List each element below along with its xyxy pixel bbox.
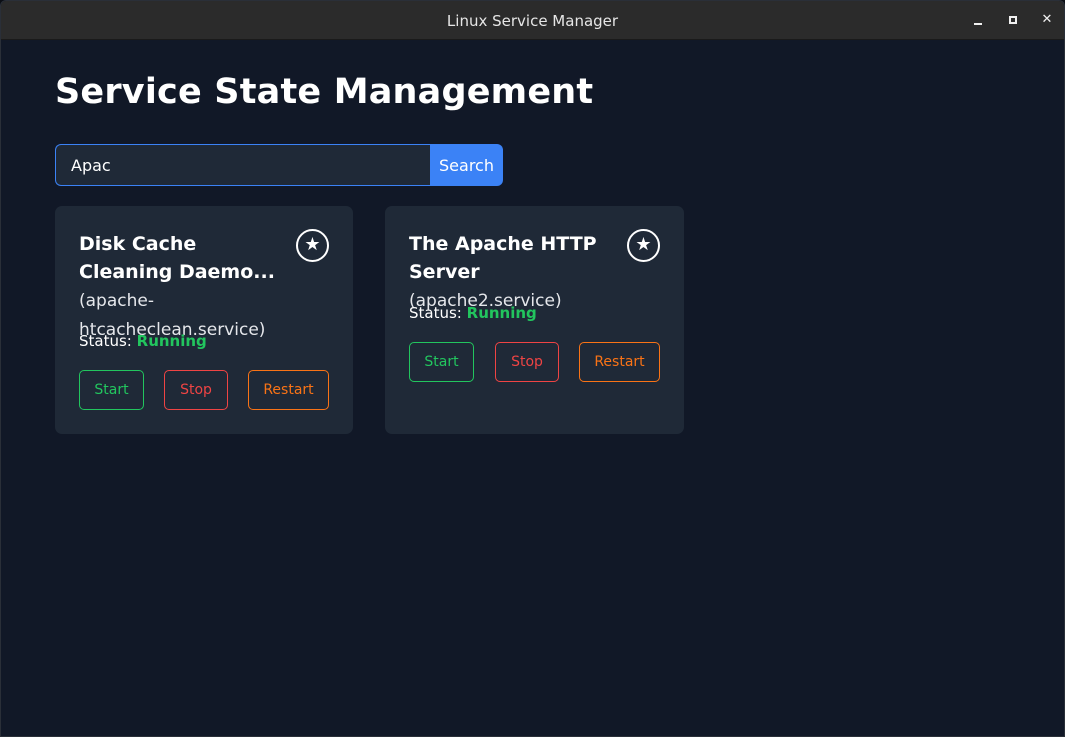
service-status: Status: Running: [409, 304, 537, 322]
service-card: Disk Cache Cleaning Daemo... (apache-htc…: [55, 206, 353, 434]
page-title: Service State Management: [55, 72, 594, 112]
minimize-button[interactable]: [969, 10, 989, 30]
search-input[interactable]: [55, 144, 431, 186]
service-status: Status: Running: [79, 332, 207, 350]
restart-button[interactable]: Restart: [248, 370, 329, 410]
service-name: The Apache HTTP Server (apache2.service): [409, 230, 614, 315]
start-button[interactable]: Start: [409, 342, 474, 382]
app-window: Linux Service Manager ✕ Service State Ma…: [0, 0, 1065, 737]
start-button[interactable]: Start: [79, 370, 144, 410]
minimize-icon: [974, 23, 982, 25]
status-value: Running: [466, 304, 537, 322]
service-title: Disk Cache Cleaning Daemo...: [79, 233, 275, 283]
service-name: Disk Cache Cleaning Daemo... (apache-htc…: [79, 230, 284, 344]
star-icon: ★: [635, 234, 652, 255]
close-icon: ✕: [1041, 12, 1053, 27]
search-bar: Search: [55, 144, 503, 186]
service-title: The Apache HTTP Server: [409, 233, 597, 283]
main-content: Service State Management Search Disk Cac…: [1, 40, 1064, 736]
star-icon: ★: [304, 234, 321, 255]
favorite-button[interactable]: ★: [627, 229, 660, 262]
status-label: Status:: [79, 332, 132, 350]
stop-button[interactable]: Stop: [164, 370, 228, 410]
maximize-icon: [1009, 16, 1017, 24]
stop-button[interactable]: Stop: [495, 342, 559, 382]
favorite-button[interactable]: ★: [296, 229, 329, 262]
restart-button[interactable]: Restart: [579, 342, 660, 382]
title-bar[interactable]: Linux Service Manager ✕: [1, 1, 1064, 40]
status-value: Running: [136, 332, 207, 350]
window-title: Linux Service Manager: [446, 12, 619, 30]
status-label: Status:: [409, 304, 462, 322]
service-card: The Apache HTTP Server (apache2.service)…: [385, 206, 684, 434]
maximize-button[interactable]: [1003, 10, 1023, 30]
close-button[interactable]: ✕: [1037, 10, 1057, 30]
search-button[interactable]: Search: [430, 144, 503, 186]
